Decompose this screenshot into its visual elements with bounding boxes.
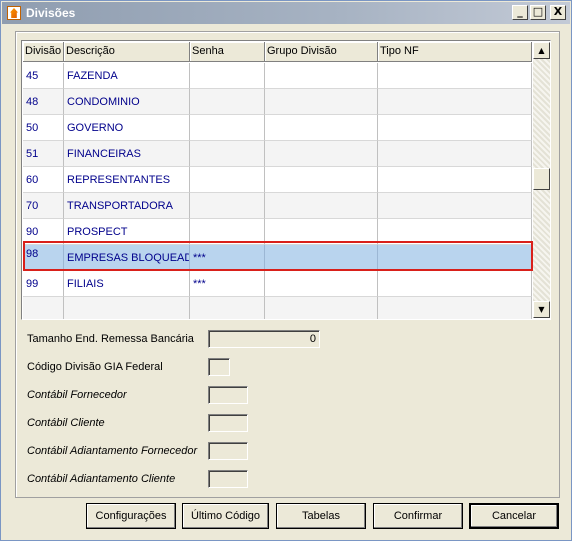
table-row[interactable]: 90 PROSPECT <box>23 219 532 245</box>
cell-grupo-divisao[interactable] <box>265 63 378 89</box>
cell-tipo-nf[interactable] <box>378 271 532 297</box>
contabil-adiant-cliente-label: Contábil Adiantamento Cliente <box>27 473 176 485</box>
column-header-senha[interactable]: Senha <box>190 42 265 62</box>
cell-descricao[interactable]: FILIAIS <box>64 271 190 297</box>
cell-grupo-divisao[interactable] <box>265 193 378 219</box>
cell-grupo-divisao[interactable] <box>265 245 378 271</box>
cell-tipo-nf[interactable] <box>378 89 532 115</box>
cell-tipo-nf[interactable] <box>378 167 532 193</box>
grid-body: Divisão Descrição Senha Grupo Divisão Ti… <box>23 42 532 319</box>
scroll-down-arrow-icon[interactable]: ▼ <box>533 301 550 318</box>
tamanho-remessa-input[interactable]: 0 <box>208 330 320 348</box>
grid-header: Divisão Descrição Senha Grupo Divisão Ti… <box>23 42 532 62</box>
cell-divisao[interactable]: 99 <box>23 271 64 297</box>
cell-divisao[interactable]: 50 <box>23 115 64 141</box>
cell-tipo-nf[interactable] <box>378 63 532 89</box>
cell-grupo-divisao[interactable] <box>265 115 378 141</box>
minimize-button[interactable]: _ <box>512 5 528 20</box>
tabelas-button[interactable]: Tabelas <box>276 503 366 529</box>
cell-divisao[interactable]: 60 <box>23 167 64 193</box>
cell-senha[interactable] <box>190 141 265 167</box>
column-header-tipo-nf[interactable]: Tipo NF <box>378 42 532 62</box>
tamanho-remessa-value: 0 <box>309 333 316 345</box>
contabil-fornecedor-input[interactable] <box>208 386 248 404</box>
cell-descricao[interactable]: FINANCEIRAS <box>64 141 190 167</box>
maximize-button[interactable]: □ <box>530 5 546 20</box>
cell-descricao[interactable]: FAZENDA <box>64 63 190 89</box>
cell-descricao[interactable]: GOVERNO <box>64 115 190 141</box>
cell-divisao[interactable]: 90 <box>23 219 64 245</box>
ultimo-codigo-button[interactable]: Último Código <box>182 503 269 529</box>
cell-senha[interactable] <box>190 297 265 319</box>
table-row[interactable]: 70 TRANSPORTADORA <box>23 193 532 219</box>
cell-divisao[interactable]: 70 <box>23 193 64 219</box>
table-row[interactable] <box>23 297 532 319</box>
cell-senha[interactable] <box>190 115 265 141</box>
table-row[interactable]: 51 FINANCEIRAS <box>23 141 532 167</box>
codigo-gia-input[interactable] <box>208 358 230 376</box>
column-header-descricao[interactable]: Descrição <box>64 42 190 62</box>
cell-divisao[interactable]: 51 <box>23 141 64 167</box>
contabil-adiant-fornecedor-label: Contábil Adiantamento Fornecedor <box>27 445 198 457</box>
window-title: Divisões <box>26 6 76 20</box>
scroll-up-arrow-icon[interactable]: ▲ <box>533 42 550 59</box>
cell-tipo-nf[interactable] <box>378 115 532 141</box>
cell-tipo-nf[interactable] <box>378 219 532 245</box>
table-row[interactable]: 98 EMPRESAS BLOQUEAD *** <box>23 245 532 271</box>
cell-grupo-divisao[interactable] <box>265 167 378 193</box>
contabil-adiant-cliente-input[interactable] <box>208 470 248 488</box>
table-row[interactable]: 99 FILIAIS *** <box>23 271 532 297</box>
cell-descricao[interactable]: EMPRESAS BLOQUEAD <box>64 245 190 271</box>
contabil-fornecedor-label: Contábil Fornecedor <box>27 389 127 401</box>
cell-divisao[interactable] <box>23 297 64 319</box>
cell-tipo-nf[interactable] <box>378 141 532 167</box>
divisoes-grid[interactable]: Divisão Descrição Senha Grupo Divisão Ti… <box>21 40 551 320</box>
contabil-adiant-fornecedor-input[interactable] <box>208 442 248 460</box>
cell-descricao[interactable]: PROSPECT <box>64 219 190 245</box>
cell-tipo-nf[interactable] <box>378 297 532 319</box>
cell-senha[interactable] <box>190 219 265 245</box>
cell-grupo-divisao[interactable] <box>265 297 378 319</box>
cell-senha[interactable] <box>190 89 265 115</box>
table-row[interactable]: 48 CONDOMINIO <box>23 89 532 115</box>
table-row[interactable]: 60 REPRESENTANTES <box>23 167 532 193</box>
contabil-cliente-label: Contábil Cliente <box>27 417 105 429</box>
cell-senha[interactable] <box>190 193 265 219</box>
table-row[interactable]: 45 FAZENDA <box>23 63 532 89</box>
cell-senha[interactable]: *** <box>190 245 265 271</box>
cell-senha[interactable] <box>190 167 265 193</box>
scroll-thumb[interactable] <box>533 168 550 190</box>
cell-grupo-divisao[interactable] <box>265 271 378 297</box>
column-header-grupo-divisao[interactable]: Grupo Divisão <box>265 42 378 62</box>
configuracoes-button[interactable]: Configurações <box>86 503 176 529</box>
close-button[interactable]: X <box>550 5 566 20</box>
cell-grupo-divisao[interactable] <box>265 141 378 167</box>
cell-divisao[interactable]: 48 <box>23 89 64 115</box>
contabil-cliente-input[interactable] <box>208 414 248 432</box>
window-controls: _ □ X <box>512 5 566 20</box>
tamanho-remessa-label: Tamanho End. Remessa Bancária <box>27 333 194 345</box>
cell-descricao[interactable]: REPRESENTANTES <box>64 167 190 193</box>
confirmar-button[interactable]: Confirmar <box>373 503 463 529</box>
cell-descricao[interactable]: CONDOMINIO <box>64 89 190 115</box>
cell-divisao[interactable]: 98 <box>23 245 64 271</box>
cell-grupo-divisao[interactable] <box>265 219 378 245</box>
cell-descricao[interactable] <box>64 297 190 319</box>
codigo-gia-label: Código Divisão GIA Federal <box>27 361 163 373</box>
table-row[interactable]: 50 GOVERNO <box>23 115 532 141</box>
cancelar-button[interactable]: Cancelar <box>469 503 559 529</box>
cell-senha[interactable]: *** <box>190 271 265 297</box>
grid-vertical-scrollbar[interactable]: ▲ ▼ <box>533 42 550 318</box>
column-header-divisao[interactable]: Divisão <box>23 42 64 62</box>
divisoes-window: Divisões _ □ X Divisão Descrição Senha G… <box>0 0 572 541</box>
app-house-icon <box>7 6 21 20</box>
cell-tipo-nf[interactable] <box>378 193 532 219</box>
cell-tipo-nf[interactable] <box>378 245 532 271</box>
cell-senha[interactable] <box>190 63 265 89</box>
cell-descricao[interactable]: TRANSPORTADORA <box>64 193 190 219</box>
title-bar[interactable]: Divisões _ □ X <box>2 2 570 24</box>
cell-divisao[interactable]: 45 <box>23 63 64 89</box>
cell-grupo-divisao[interactable] <box>265 89 378 115</box>
